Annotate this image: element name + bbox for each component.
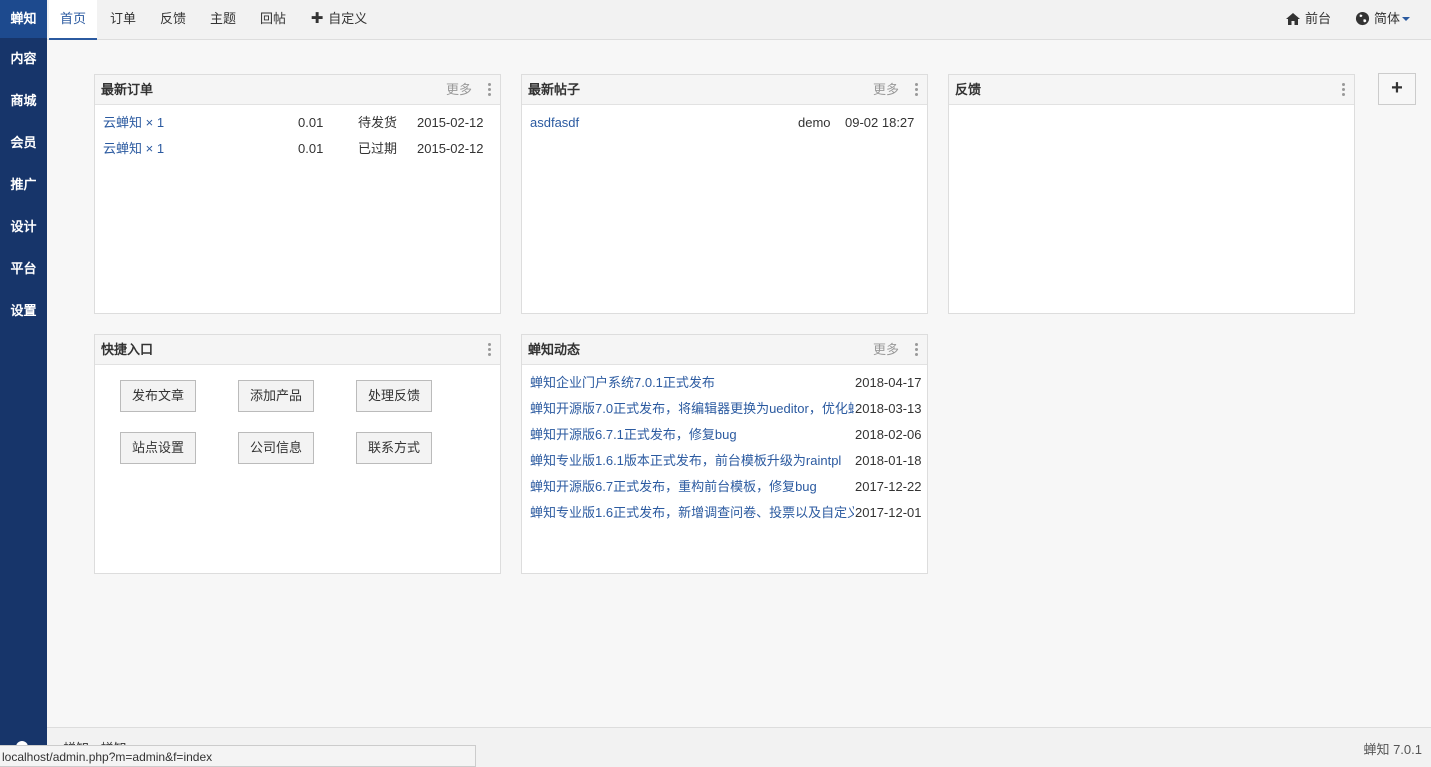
list-item[interactable]: 蝉知企业门户系统7.0.1正式发布 2018-04-17 (522, 370, 927, 396)
news-title[interactable]: 蝉知专业版1.6.1版本正式发布，前台模板升级为raintpl (530, 448, 854, 474)
news-title[interactable]: 蝉知开源版6.7正式发布，重构前台模板，修复bug (530, 474, 854, 500)
news-date: 2018-04-17 (855, 375, 922, 390)
globe-icon (1355, 11, 1370, 26)
more-link[interactable]: 更多 (446, 75, 472, 104)
list-item[interactable]: 蝉知开源版6.7正式发布，重构前台模板，修复bug 2017-12-22 (522, 474, 927, 500)
tab-custom-label: 自定义 (328, 11, 368, 26)
order-status: 待发货 (358, 115, 398, 130)
tab-themes[interactable]: 主题 (205, 0, 241, 40)
more-vertical-icon[interactable] (913, 83, 919, 97)
more-vertical-icon[interactable] (913, 343, 919, 357)
sidebar-item-members[interactable]: 会员 (0, 122, 47, 164)
more-vertical-icon[interactable] (486, 343, 492, 357)
panel-header: 蝉知动态 更多 (522, 335, 927, 365)
left-sidebar: 蝉知 内容 商城 会员 推广 设计 平台 设置 (0, 0, 47, 767)
list-item[interactable]: asdfasdf demo 09-02 18:27 (522, 110, 927, 136)
more-link[interactable]: 更多 (873, 75, 899, 104)
caret-down-icon (1402, 17, 1411, 21)
table-row[interactable]: 云蝉知 × 1 0.01 待发货 2015-02-12 (95, 110, 500, 136)
more-vertical-icon[interactable] (1340, 83, 1346, 97)
company-info-button[interactable]: 公司信息 (238, 432, 314, 464)
order-amount: 0.01 (298, 141, 324, 156)
version-label: 蝉知 7.0.1 (1363, 742, 1422, 757)
tab-replies[interactable]: 回帖 (255, 0, 291, 40)
panel-header: 快捷入口 (95, 335, 500, 365)
list-item[interactable]: 蝉知开源版7.0正式发布，将编辑器更换为ueditor，优化蝉知 2018-03… (522, 396, 927, 422)
news-title[interactable]: 蝉知企业门户系统7.0.1正式发布 (530, 370, 854, 396)
news-date: 2017-12-22 (855, 479, 922, 494)
news-date: 2018-01-18 (855, 453, 922, 468)
list-item[interactable]: 蝉知开源版6.7.1正式发布，修复bug 2018-02-06 (522, 422, 927, 448)
order-status: 已过期 (358, 141, 398, 156)
sidebar-item-promotion[interactable]: 推广 (0, 164, 47, 206)
site-settings-button[interactable]: 站点设置 (120, 432, 196, 464)
tab-home[interactable]: 首页 (49, 0, 97, 40)
sidebar-item-design[interactable]: 设计 (0, 206, 47, 248)
order-amount: 0.01 (298, 115, 324, 130)
add-block-button[interactable]: + (1378, 73, 1416, 105)
thread-title[interactable]: asdfasdf (530, 110, 579, 136)
contact-button[interactable]: 联系方式 (356, 432, 432, 464)
panel-header: 最新订单 更多 (95, 75, 500, 105)
order-date: 2015-02-12 (417, 141, 484, 156)
tab-feedback[interactable]: 反馈 (155, 0, 191, 40)
sidebar-item-platform[interactable]: 平台 (0, 248, 47, 290)
handle-feedback-button[interactable]: 处理反馈 (356, 380, 432, 412)
panel-title: 反馈 (955, 82, 982, 97)
frontend-link[interactable]: 前台 (1285, 0, 1331, 40)
list-item[interactable]: 蝉知专业版1.6正式发布，新增调查问卷、投票以及自定义 2017-12-01 (522, 500, 927, 526)
language-label: 简体 (1374, 11, 1401, 26)
thread-date: 09-02 18:27 (845, 115, 915, 130)
add-product-button[interactable]: 添加产品 (238, 380, 314, 412)
news-title[interactable]: 蝉知专业版1.6正式发布，新增调查问卷、投票以及自定义 (530, 500, 854, 526)
panel-title: 最新帖子 (528, 82, 581, 97)
order-name[interactable]: 云蝉知 × 1 (103, 110, 164, 136)
thread-author: demo (798, 115, 831, 130)
more-link[interactable]: 更多 (873, 335, 899, 364)
sidebar-item-shop[interactable]: 商城 (0, 80, 47, 122)
list-item[interactable]: 蝉知专业版1.6.1版本正式发布，前台模板升级为raintpl 2018-01-… (522, 448, 927, 474)
home-icon (1286, 13, 1300, 25)
order-date: 2015-02-12 (417, 115, 484, 130)
sidebar-brand[interactable]: 蝉知 (0, 0, 47, 38)
tab-custom[interactable]: ✚ 自定义 (309, 0, 369, 40)
publish-article-button[interactable]: 发布文章 (120, 380, 196, 412)
panel-title: 最新订单 (101, 82, 154, 97)
panel-header: 反馈 (949, 75, 1354, 105)
news-date: 2018-02-06 (855, 427, 922, 442)
sidebar-item-settings[interactable]: 设置 (0, 290, 47, 332)
plus-icon: ✚ (310, 10, 324, 27)
news-date: 2018-03-13 (855, 401, 922, 416)
more-vertical-icon[interactable] (486, 83, 492, 97)
feedback-panel: 反馈 (948, 74, 1355, 314)
news-date: 2017-12-01 (855, 505, 922, 520)
news-panel: 蝉知动态 更多 蝉知企业门户系统7.0.1正式发布 2018-04-17 蝉知开… (521, 334, 928, 574)
frontend-label: 前台 (1305, 11, 1332, 26)
browser-status-url: localhost/admin.php?m=admin&f=index (0, 745, 476, 767)
top-navbar: 首页 订单 反馈 主题 回帖 ✚ 自定义 前台 简体 (47, 0, 1431, 40)
panel-title: 快捷入口 (101, 342, 154, 357)
panel-header: 最新帖子 更多 (522, 75, 927, 105)
latest-threads-panel: 最新帖子 更多 asdfasdf demo 09-02 18:27 (521, 74, 928, 314)
news-title[interactable]: 蝉知开源版6.7.1正式发布，修复bug (530, 422, 854, 448)
panel-title: 蝉知动态 (528, 342, 581, 357)
tab-orders[interactable]: 订单 (105, 0, 141, 40)
shortcuts-panel: 快捷入口 发布文章 添加产品 处理反馈 站点设置 公司信息 联系方式 (94, 334, 501, 574)
language-dropdown[interactable]: 简体 (1355, 0, 1411, 40)
news-title[interactable]: 蝉知开源版7.0正式发布，将编辑器更换为ueditor，优化蝉知 (530, 396, 854, 422)
table-row[interactable]: 云蝉知 × 1 0.01 已过期 2015-02-12 (95, 136, 500, 162)
latest-orders-panel: 最新订单 更多 云蝉知 × 1 0.01 待发货 2015-02-12 云蝉知 … (94, 74, 501, 314)
order-name[interactable]: 云蝉知 × 1 (103, 136, 164, 162)
sidebar-item-content[interactable]: 内容 (0, 38, 47, 80)
